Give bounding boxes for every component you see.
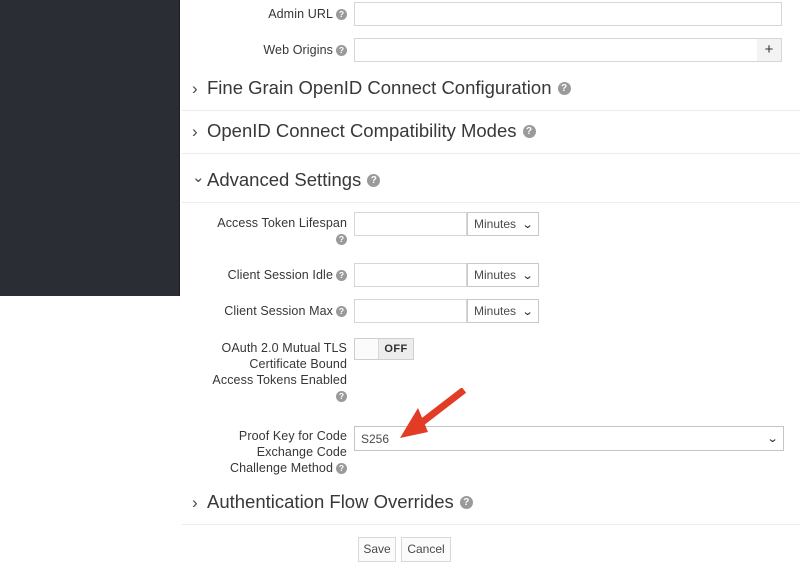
help-circle-icon[interactable]: ? [557, 82, 571, 95]
web-origins-input[interactable] [354, 38, 758, 62]
admin-url-label-text: Admin URL [268, 7, 333, 21]
help-circle-icon[interactable]: ? [459, 496, 473, 509]
app-root: Admin URL? Web Origins? + › Fine Grain O… [0, 0, 800, 573]
toggle-knob [355, 339, 379, 359]
select-value: S256 [361, 431, 390, 446]
chevron-right-icon[interactable]: › [192, 122, 198, 142]
section-advanced-settings[interactable]: ⌄ Advanced Settings? [182, 162, 800, 203]
mtls-label-line-3: Access Tokens Enabled [212, 373, 347, 387]
web-origins-label: Web Origins? [182, 42, 347, 58]
client-session-idle-label-text: Client Session Idle [227, 268, 333, 282]
section-title: Authentication Flow Overrides? [207, 489, 473, 515]
client-settings-form: Admin URL? Web Origins? + › Fine Grain O… [182, 0, 800, 573]
access-token-lifespan-unit-select[interactable]: Minutes ⌄ [467, 212, 539, 236]
pkce-label-line-3-wrap: Challenge Method? [182, 460, 347, 476]
help-circle-icon[interactable]: ? [336, 234, 347, 245]
help-circle-icon[interactable]: ? [336, 463, 347, 474]
cancel-button[interactable]: Cancel [401, 537, 451, 562]
help-circle-icon[interactable]: ? [336, 45, 347, 56]
section-openid-connect-compatibility-modes[interactable]: › OpenID Connect Compatibility Modes? [182, 113, 800, 154]
admin-url-input[interactable] [354, 2, 782, 26]
client-session-idle-input[interactable] [354, 263, 467, 287]
mtls-label-line-1: OAuth 2.0 Mutual TLS [221, 341, 347, 355]
caret-down-icon: ⌄ [766, 433, 779, 445]
section-title: OpenID Connect Compatibility Modes? [207, 118, 536, 144]
select-value: Minutes [474, 217, 517, 231]
caret-down-icon: ⌄ [521, 269, 534, 282]
select-value: Minutes [474, 304, 517, 318]
mtls-label-line-2: Certificate Bound [249, 357, 347, 371]
help-circle-icon[interactable]: ? [336, 306, 347, 317]
save-button[interactable]: Save [358, 537, 396, 562]
chevron-down-icon[interactable]: ⌄ [192, 168, 205, 188]
web-origins-label-text: Web Origins [263, 43, 333, 57]
section-title: Fine Grain OpenID Connect Configuration? [207, 75, 571, 101]
caret-down-icon: ⌄ [521, 218, 534, 231]
help-circle-icon[interactable]: ? [336, 270, 347, 281]
admin-url-label: Admin URL? [182, 6, 347, 22]
help-circle-icon[interactable]: ? [336, 9, 347, 20]
pkce-label-line-1: Proof Key for Code [238, 429, 347, 443]
client-session-idle-label: Client Session Idle? [182, 267, 347, 283]
access-token-lifespan-label-text: Access Token Lifespan [217, 216, 347, 230]
toggle-state-label: OFF [379, 339, 413, 359]
section-authentication-flow-overrides[interactable]: › Authentication Flow Overrides? [182, 484, 800, 525]
client-session-max-unit-select[interactable]: Minutes ⌄ [467, 299, 539, 323]
caret-down-icon: ⌄ [521, 305, 534, 318]
pkce-method-label: Proof Key for Code Exchange Code Challen… [182, 428, 347, 476]
client-session-max-label: Client Session Max? [182, 303, 347, 319]
client-session-idle-unit-select[interactable]: Minutes ⌄ [467, 263, 539, 287]
section-title: Advanced Settings? [207, 167, 381, 193]
pkce-method-select[interactable]: S256 ⌄ [354, 426, 784, 451]
access-token-lifespan-input[interactable] [354, 212, 467, 236]
navigation-sidebar [0, 0, 180, 296]
help-circle-icon[interactable]: ? [522, 125, 536, 138]
access-token-lifespan-label: Access Token Lifespan ? [182, 215, 347, 245]
mtls-bound-tokens-toggle[interactable]: OFF [354, 338, 414, 360]
pkce-label-line-3: Challenge Method [229, 461, 333, 475]
client-session-max-input[interactable] [354, 299, 467, 323]
help-circle-icon[interactable]: ? [367, 174, 381, 187]
chevron-right-icon[interactable]: › [192, 79, 198, 99]
chevron-right-icon[interactable]: › [192, 493, 198, 513]
section-fine-grain-openid-connect-configuration[interactable]: › Fine Grain OpenID Connect Configuratio… [182, 70, 800, 111]
select-value: Minutes [474, 268, 517, 282]
pkce-label-line-2: Exchange Code [256, 445, 347, 459]
client-session-max-label-text: Client Session Max [224, 304, 333, 318]
help-circle-icon[interactable]: ? [336, 391, 347, 402]
mtls-bound-tokens-label: OAuth 2.0 Mutual TLS Certificate Bound A… [182, 340, 347, 402]
web-origins-add-button[interactable]: + [757, 38, 782, 62]
